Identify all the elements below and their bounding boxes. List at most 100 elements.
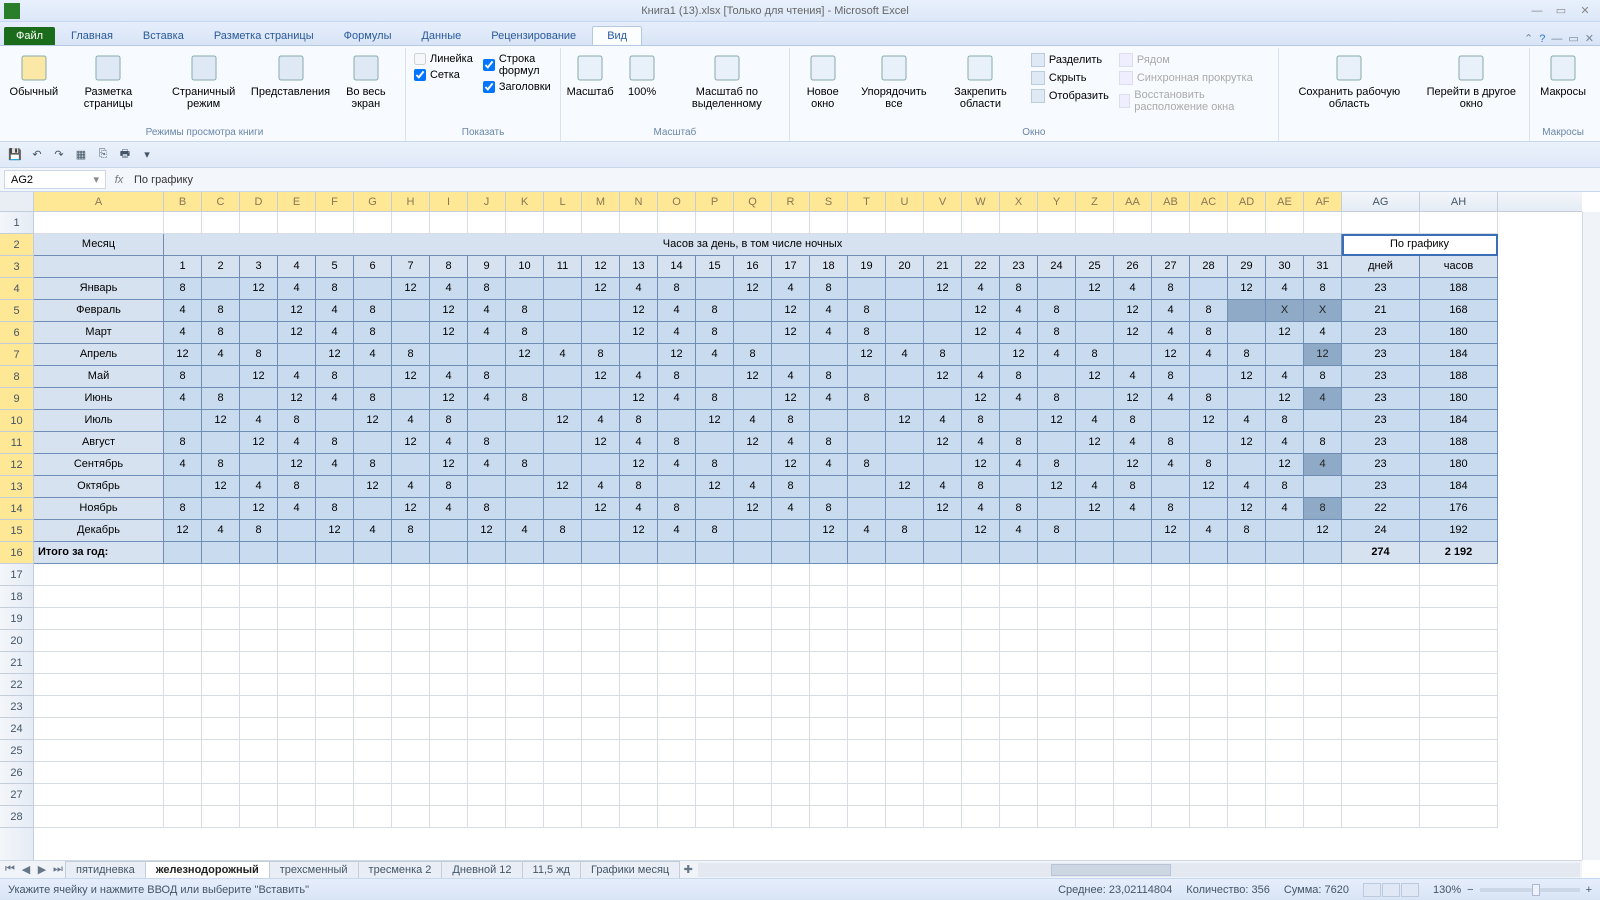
ribbon-button[interactable]: Перейти в другое окно [1419,50,1523,112]
cell[interactable] [468,652,506,674]
cell[interactable] [696,608,734,630]
cell[interactable]: 25 [1076,256,1114,278]
cell[interactable] [506,652,544,674]
cell[interactable]: 8 [810,366,848,388]
cell[interactable] [1076,696,1114,718]
cell[interactable]: Месяц [34,234,164,256]
ribbon-small-button[interactable]: Восстановить расположение окна [1117,88,1272,114]
cell[interactable]: 12 [1114,300,1152,322]
cell[interactable] [202,432,240,454]
ribbon-button[interactable]: Во весь экран [333,50,399,112]
cell[interactable] [1266,564,1304,586]
cell[interactable] [1076,762,1114,784]
cell[interactable] [924,520,962,542]
cell[interactable] [430,630,468,652]
cell[interactable] [1114,520,1152,542]
cell[interactable]: 4 [1000,520,1038,542]
cell[interactable]: 4 [240,476,278,498]
col-header[interactable]: C [202,192,240,211]
cell[interactable]: 12 [848,344,886,366]
cell[interactable]: 4 [354,344,392,366]
cell[interactable] [848,652,886,674]
cell[interactable]: 15 [696,256,734,278]
cell[interactable] [506,740,544,762]
cell[interactable]: 12 [620,454,658,476]
cell[interactable] [924,586,962,608]
cell[interactable]: 8 [1152,366,1190,388]
cell[interactable]: 23 [1342,322,1420,344]
cell[interactable] [962,740,1000,762]
cell[interactable] [278,740,316,762]
cell[interactable]: 184 [1420,410,1498,432]
cell[interactable]: 4 [772,432,810,454]
cell[interactable]: 23 [1000,256,1038,278]
cell[interactable]: 8 [848,300,886,322]
cell[interactable]: 12 [696,476,734,498]
cell[interactable] [34,586,164,608]
cell[interactable] [430,762,468,784]
cell[interactable] [430,718,468,740]
cell[interactable] [544,564,582,586]
cell[interactable]: 8 [924,344,962,366]
cell[interactable]: 4 [810,454,848,476]
cell[interactable] [1076,608,1114,630]
cell[interactable] [1342,696,1420,718]
cell[interactable] [164,476,202,498]
cell[interactable]: 5 [316,256,354,278]
cell[interactable] [392,652,430,674]
cell[interactable] [734,322,772,344]
cell[interactable] [658,784,696,806]
col-header[interactable]: Y [1038,192,1076,211]
cell[interactable] [848,366,886,388]
cell[interactable] [202,542,240,564]
cell[interactable] [1190,564,1228,586]
cell[interactable] [1342,806,1420,828]
col-header[interactable]: N [620,192,658,211]
cell[interactable]: 21 [924,256,962,278]
cell[interactable] [962,586,1000,608]
cell[interactable] [1304,674,1342,696]
cell[interactable] [354,564,392,586]
cell[interactable]: 12 [354,410,392,432]
close-button[interactable]: ✕ [1574,4,1596,18]
row-header[interactable]: 7 [0,344,33,366]
cell[interactable] [1038,652,1076,674]
cell[interactable]: 23 [1342,454,1420,476]
cell[interactable]: 8 [202,388,240,410]
cell[interactable] [848,542,886,564]
cell[interactable]: 8 [316,366,354,388]
tab-6[interactable]: Вид [592,26,642,45]
zoom-in-icon[interactable]: + [1586,884,1592,896]
zoom-control[interactable]: 130% − + [1433,884,1592,896]
fx-icon[interactable]: fx [110,174,128,186]
cell[interactable] [1420,652,1498,674]
cell[interactable] [696,740,734,762]
cell[interactable]: 4 [1114,498,1152,520]
cell[interactable] [1152,674,1190,696]
col-header[interactable]: AG [1342,192,1420,211]
cell[interactable] [810,674,848,696]
cell[interactable] [354,806,392,828]
cell[interactable] [924,564,962,586]
cell[interactable] [506,806,544,828]
cell[interactable] [924,674,962,696]
cell[interactable] [34,674,164,696]
row-header[interactable]: 19 [0,608,33,630]
cell[interactable] [886,366,924,388]
cell[interactable]: 4 [316,454,354,476]
cell[interactable]: 16 [734,256,772,278]
cell[interactable] [392,806,430,828]
cell[interactable] [1420,212,1498,234]
cell[interactable] [240,696,278,718]
cell[interactable]: Октябрь [34,476,164,498]
cell[interactable]: 4 [1000,454,1038,476]
cell[interactable] [34,630,164,652]
cell[interactable] [924,454,962,476]
col-header[interactable]: M [582,192,620,211]
cell[interactable] [734,388,772,410]
cell[interactable] [278,762,316,784]
cell[interactable]: 4 [240,410,278,432]
cell[interactable]: 180 [1420,454,1498,476]
tab-4[interactable]: Данные [407,27,475,45]
cell[interactable] [468,674,506,696]
